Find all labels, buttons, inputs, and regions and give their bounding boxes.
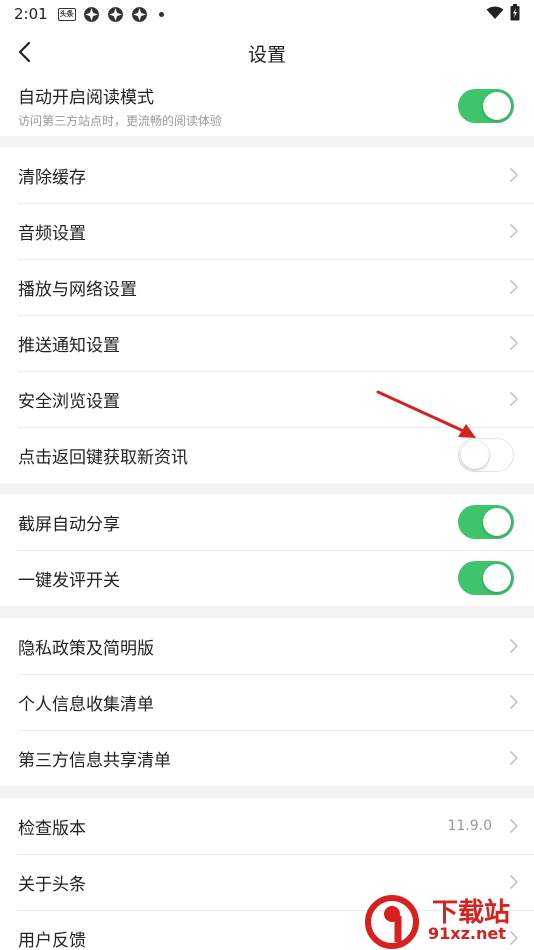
annotation-arrow-icon bbox=[376, 390, 476, 438]
chevron-right-icon bbox=[510, 639, 518, 653]
privacy-group: 隐私政策及简明版 个人信息收集清单 第三方信息共享清单 bbox=[0, 618, 534, 786]
chevron-right-icon bbox=[510, 695, 518, 709]
screenshot-share-toggle[interactable] bbox=[458, 505, 514, 539]
list-item-label: 点击返回键获取新资讯 bbox=[18, 447, 188, 468]
status-bar: 2:01 头条 bbox=[0, 0, 534, 28]
list-item-label: 清除缓存 bbox=[18, 167, 86, 188]
watermark-logo-icon bbox=[365, 895, 419, 949]
list-item-third-party-sharing[interactable]: 第三方信息共享清单 bbox=[0, 730, 534, 786]
list-item-label: 第三方信息共享清单 bbox=[18, 750, 171, 771]
toggle-knob bbox=[483, 92, 511, 120]
share-settings-group: 截屏自动分享 一键发评开关 bbox=[0, 494, 534, 606]
watermark-url: 91xz.net bbox=[428, 924, 506, 943]
list-item-push-notifications[interactable]: 推送通知设置 bbox=[0, 315, 534, 371]
chevron-right-icon bbox=[510, 875, 518, 889]
notification-icon bbox=[83, 6, 100, 23]
header-bar: 设置 bbox=[0, 28, 534, 76]
reading-mode-row: 自动开启阅读模式 访问第三方站点时，更流畅的阅读体验 bbox=[0, 76, 534, 136]
quick-comment-toggle[interactable] bbox=[458, 561, 514, 595]
list-item-label: 个人信息收集清单 bbox=[18, 694, 154, 715]
list-item-check-version[interactable]: 检查版本 11.9.0 bbox=[0, 798, 534, 854]
chevron-right-icon bbox=[510, 336, 518, 350]
reading-mode-toggle[interactable] bbox=[458, 89, 514, 123]
list-item-label: 音频设置 bbox=[18, 223, 86, 244]
list-item-label: 隐私政策及简明版 bbox=[18, 638, 154, 659]
list-item-quick-comment: 一键发评开关 bbox=[0, 550, 534, 606]
chevron-right-icon bbox=[510, 224, 518, 238]
wifi-icon bbox=[486, 5, 504, 24]
list-item-label: 关于头条 bbox=[18, 874, 86, 895]
chevron-right-icon bbox=[510, 819, 518, 833]
reading-mode-label: 自动开启阅读模式 bbox=[18, 88, 154, 108]
toggle-knob bbox=[461, 441, 489, 469]
list-item-label: 播放与网络设置 bbox=[18, 279, 137, 300]
list-item-label: 截屏自动分享 bbox=[18, 514, 120, 535]
list-item-playback-network[interactable]: 播放与网络设置 bbox=[0, 259, 534, 315]
chevron-right-icon bbox=[510, 280, 518, 294]
chevron-right-icon bbox=[510, 751, 518, 765]
battery-icon bbox=[510, 3, 520, 25]
status-time: 2:01 bbox=[14, 5, 48, 23]
toggle-knob bbox=[483, 508, 511, 536]
list-item-screenshot-share: 截屏自动分享 bbox=[0, 494, 534, 550]
news-app-icon: 头条 bbox=[57, 7, 76, 21]
toggle-knob bbox=[483, 564, 511, 592]
version-number: 11.9.0 bbox=[447, 818, 492, 834]
site-watermark: 下载站 91xz.net bbox=[362, 890, 534, 950]
list-item-label: 一键发评开关 bbox=[18, 570, 120, 591]
settings-screen: 2:01 头条 设置 自动开启阅读模式 访问第三方站点时，更流畅的阅读体验 清除… bbox=[0, 0, 534, 950]
list-item-privacy-policy[interactable]: 隐私政策及简明版 bbox=[0, 618, 534, 674]
reading-mode-group: 自动开启阅读模式 访问第三方站点时，更流畅的阅读体验 bbox=[0, 76, 534, 136]
more-notifications-dot-icon bbox=[158, 11, 164, 17]
list-item-clear-cache[interactable]: 清除缓存 bbox=[0, 147, 534, 203]
list-item-label: 推送通知设置 bbox=[18, 335, 120, 356]
list-item-audio-settings[interactable]: 音频设置 bbox=[0, 203, 534, 259]
notification-icon bbox=[107, 6, 124, 23]
notification-icon bbox=[131, 6, 148, 23]
list-item-personal-info-list[interactable]: 个人信息收集清单 bbox=[0, 674, 534, 730]
page-title: 设置 bbox=[247, 44, 286, 66]
chevron-right-icon bbox=[510, 392, 518, 406]
list-item-label: 检查版本 bbox=[18, 818, 86, 839]
chevron-right-icon bbox=[510, 168, 518, 182]
reading-mode-description: 访问第三方站点时，更流畅的阅读体验 bbox=[18, 114, 223, 128]
list-item-label: 安全浏览设置 bbox=[18, 391, 120, 412]
list-item-label: 用户反馈 bbox=[18, 930, 86, 950]
